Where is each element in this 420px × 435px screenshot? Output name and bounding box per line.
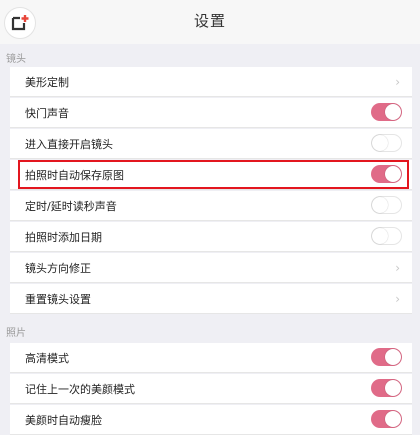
toggle-knob: [372, 135, 388, 151]
chevron-right-icon: ›: [395, 261, 400, 275]
setting-row-hd-mode[interactable]: 高清模式: [10, 343, 412, 373]
save-original-toggle[interactable]: [371, 165, 402, 183]
chevron-right-icon: ›: [395, 292, 400, 306]
setting-label: 镜头方向修正: [25, 262, 91, 275]
section-label-photo: 照片: [6, 328, 26, 339]
setting-label: 拍照时自动保存原图: [25, 169, 124, 182]
page-title: 设置: [193, 12, 226, 30]
setting-row-reset-camera[interactable]: 重置镜头设置 ›: [10, 284, 412, 314]
header-bar: 设置: [0, 0, 420, 44]
toggle-knob: [372, 228, 388, 244]
shutter-sound-toggle[interactable]: [371, 103, 402, 121]
setting-label: 记住上一次的美颜模式: [25, 383, 135, 396]
setting-row-remember-beauty[interactable]: 记住上一次的美颜模式: [10, 374, 412, 404]
setting-label: 快门声音: [25, 107, 69, 120]
setting-row-timer-sound[interactable]: 定时/延时读秒声音: [10, 191, 412, 221]
setting-row-auto-slim-face[interactable]: 美颜时自动瘦脸: [10, 405, 412, 435]
setting-row-open-camera-directly[interactable]: 进入直接开启镜头: [10, 129, 412, 159]
setting-row-beauty-custom[interactable]: 美形定制 ›: [10, 67, 412, 97]
timer-sound-toggle[interactable]: [371, 196, 402, 214]
setting-label: 高清模式: [25, 352, 69, 365]
section-label-camera: 镜头: [6, 54, 26, 65]
setting-row-save-original[interactable]: 拍照时自动保存原图: [10, 160, 412, 190]
open-camera-directly-toggle[interactable]: [371, 134, 402, 152]
add-date-toggle[interactable]: [371, 227, 402, 245]
setting-row-shutter-sound[interactable]: 快门声音: [10, 98, 412, 128]
setting-label: 重置镜头设置: [25, 293, 91, 306]
toggle-knob: [372, 197, 388, 213]
setting-label: 美形定制: [25, 76, 69, 89]
setting-label: 进入直接开启镜头: [25, 138, 113, 151]
chevron-right-icon: ›: [395, 75, 400, 89]
setting-label: 定时/延时读秒声音: [25, 200, 117, 213]
hd-mode-toggle[interactable]: [371, 348, 402, 366]
setting-label: 拍照时添加日期: [25, 231, 102, 244]
toggle-knob: [385, 380, 401, 396]
setting-row-lens-direction[interactable]: 镜头方向修正 ›: [10, 253, 412, 283]
toggle-knob: [385, 104, 401, 120]
auto-slim-face-toggle[interactable]: [371, 410, 402, 428]
toggle-knob: [385, 349, 401, 365]
setting-row-add-date[interactable]: 拍照时添加日期: [10, 222, 412, 252]
toggle-knob: [385, 411, 401, 427]
toggle-knob: [385, 166, 401, 182]
remember-beauty-toggle[interactable]: [371, 379, 402, 397]
setting-label: 美颜时自动瘦脸: [25, 414, 102, 427]
